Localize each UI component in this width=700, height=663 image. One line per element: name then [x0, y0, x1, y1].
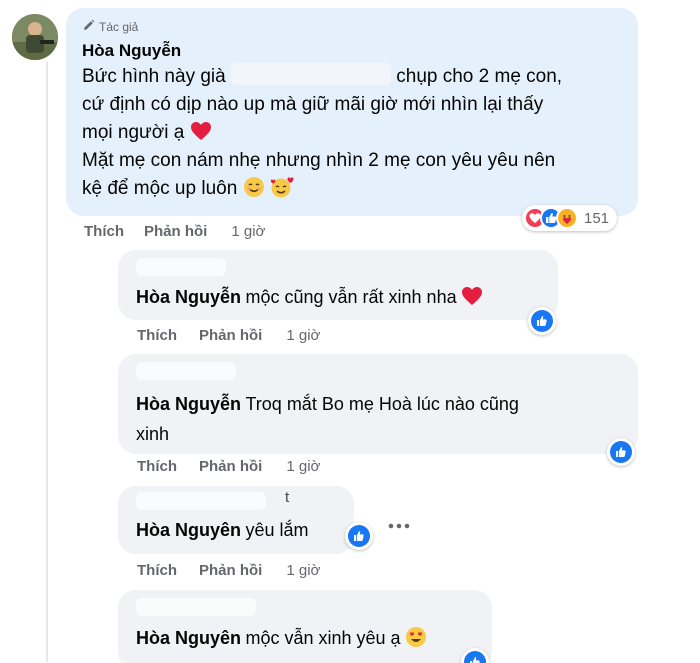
comment-text-line4: Mặt mẹ con nám nhẹ nhưng nhìn 2 mẹ con y… [82, 150, 556, 171]
comment-text-line2: cứ định có dịp nào up mà giữ mãi giờ mới… [82, 94, 544, 115]
care-icon [556, 207, 578, 229]
like-reaction-badge[interactable] [345, 522, 373, 550]
like-action[interactable]: Thích [137, 562, 177, 579]
like-icon [348, 525, 370, 547]
reply-text: yêu lắm [245, 520, 309, 540]
like-icon [610, 441, 632, 463]
comment-text-line1b: chụp cho 2 mẹ con, [396, 66, 563, 87]
reply-actions: Thích Phản hồi 1 giờ [137, 562, 320, 579]
author-badge-label: Tác giả [99, 20, 139, 34]
reply-bubble: Hòa Nguyễn Troq mắt Bo mẹ Hoà lúc nào cũ… [118, 354, 638, 454]
reply-actions: Thích Phản hồi 1 giờ [137, 327, 320, 344]
main-comment-actions: Thích Phản hồi 1 giờ [84, 223, 265, 240]
blurred-name [136, 258, 226, 276]
reaction-count[interactable]: 151 [584, 210, 609, 227]
like-reaction-badge[interactable] [607, 438, 635, 466]
heart-eyes-icon [405, 627, 427, 648]
like-reaction-badge[interactable] [528, 307, 556, 335]
like-action[interactable]: Thích [137, 327, 177, 344]
blurred-name [230, 63, 391, 85]
comment-text-line5: kệ để mộc up luôn [82, 178, 238, 199]
blurred-name [136, 492, 266, 510]
comment-text-line1a: Bức hình này già [82, 66, 226, 87]
thread-line [46, 62, 48, 662]
reply-text: mộc cũng vẫn rất xinh nha [245, 287, 457, 307]
comment-time[interactable]: 1 giờ [231, 223, 265, 240]
reply-action[interactable]: Phản hồi [199, 327, 262, 344]
reply-bubble: t Hòa Nguyên yêu lắm [118, 486, 354, 554]
reply-time[interactable]: 1 giờ [286, 458, 320, 475]
blurred-name [136, 598, 256, 616]
reply-action[interactable]: Phản hồi [144, 223, 207, 240]
reply-header-fragment: t [285, 489, 290, 506]
more-dots-icon[interactable] [388, 512, 410, 535]
reply-author[interactable]: Hòa Nguyên [136, 628, 241, 648]
heart-icon [190, 122, 212, 143]
reply-text-line2: xinh [136, 424, 170, 444]
avatar[interactable] [12, 14, 58, 60]
blurred-name [136, 362, 236, 380]
reply-text: mộc vẫn xinh yêu ạ [245, 628, 401, 648]
reply-author[interactable]: Hòa Nguyễn [136, 287, 241, 307]
reply-author[interactable]: Hòa Nguyên [136, 520, 241, 540]
reply-bubble: Hòa Nguyễn mộc cũng vẫn rất xinh nha [118, 250, 558, 320]
smiling-hearts-icon [270, 177, 294, 199]
reply-bubble: Hòa Nguyên mộc vẫn xinh yêu ạ [118, 590, 492, 663]
reply-time[interactable]: 1 giờ [286, 562, 320, 579]
main-comment-bubble: Tác giả Hòa Nguyễn Bức hình này già chụp… [66, 8, 638, 216]
reactions-summary[interactable]: 151 [522, 205, 618, 231]
reply-text-line1: Troq mắt Bo mẹ Hoà lúc nào cũng [245, 394, 519, 414]
reply-action[interactable]: Phản hồi [199, 458, 262, 475]
like-action[interactable]: Thích [84, 223, 124, 240]
pencil-icon [82, 19, 95, 35]
reply-time[interactable]: 1 giờ [286, 327, 320, 344]
like-icon [464, 651, 486, 663]
comment-text: Bức hình này già chụp cho 2 mẹ con, cứ đ… [82, 63, 642, 203]
smiling-face-icon [243, 177, 265, 199]
comment-author[interactable]: Hòa Nguyễn [82, 41, 181, 61]
heart-icon [461, 287, 483, 307]
reply-action[interactable]: Phản hồi [199, 562, 262, 579]
like-action[interactable]: Thích [137, 458, 177, 475]
reply-author[interactable]: Hòa Nguyễn [136, 394, 241, 414]
like-icon [531, 310, 553, 332]
author-badge: Tác giả [82, 19, 138, 35]
comment-text-line3: mọi người ạ [82, 122, 185, 143]
reply-actions: Thích Phản hồi 1 giờ [137, 458, 320, 475]
